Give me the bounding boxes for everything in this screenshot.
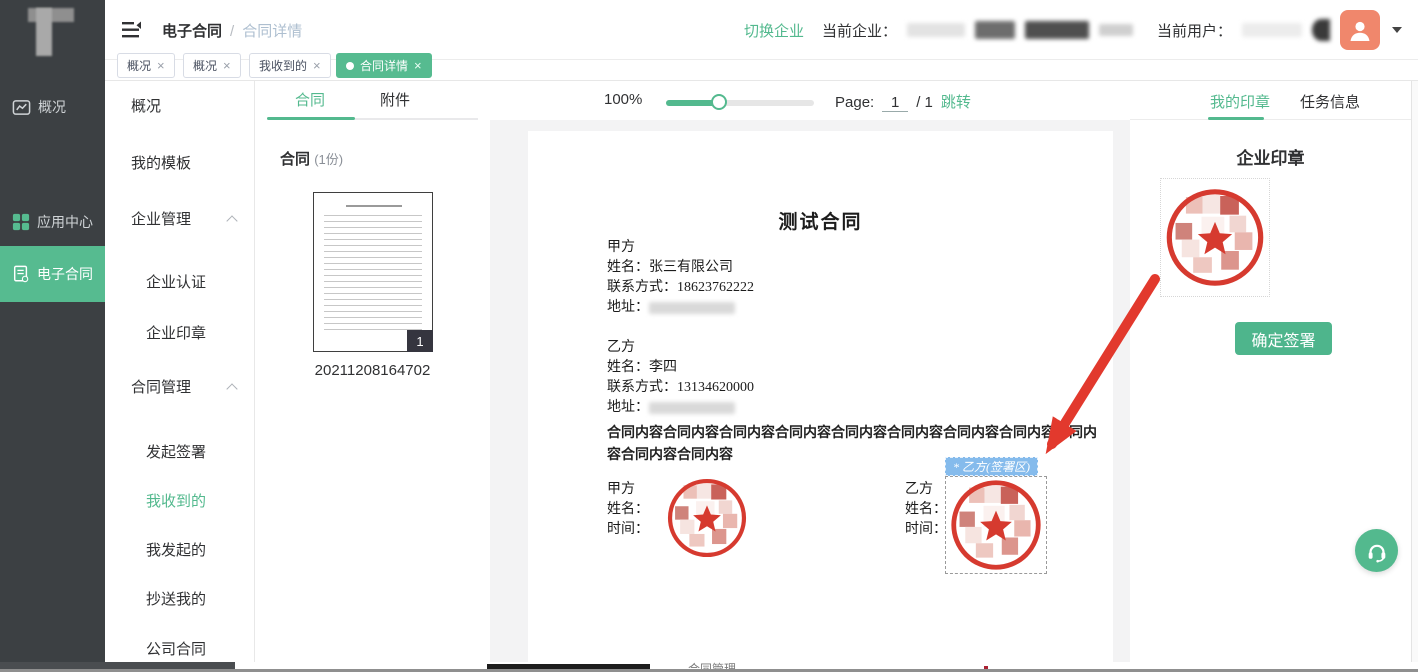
contract-page-thumbnail[interactable]: 1 (313, 192, 433, 352)
menu-company-contracts[interactable]: 公司合同 (105, 638, 254, 662)
address-redacted (649, 302, 735, 314)
opened-tabs-bar: 概况 × 概况 × 我收到的 × 合同详情 × (105, 60, 1418, 81)
sidebar-item-econtract[interactable]: 电子合同 (0, 246, 105, 302)
enterprise-name-redacted (907, 23, 965, 37)
contract-doc-icon (12, 265, 30, 283)
party-a-info: 甲方 姓名：张三有限公司 联系方式：18623762222 地址： (607, 238, 754, 318)
tab-overview-2[interactable]: 概况 × (183, 53, 241, 78)
primary-sidebar: 概况 应用中心 电子合同 (0, 60, 105, 668)
sign-area-party-b: 乙方 姓名： 时间： (905, 480, 947, 540)
app-window: 电子合同 / 合同详情 切换企业 当前企业： 当前用户： 概况 × (0, 0, 1418, 672)
breadcrumb-root[interactable]: 电子合同 (162, 23, 222, 40)
collapse-sidebar-icon[interactable] (122, 21, 142, 39)
sidebar-item-overview[interactable]: 概况 (0, 87, 105, 127)
sign-panel-tabs: 我的印章 任务信息 (1130, 81, 1411, 120)
user-menu-caret-icon[interactable] (1392, 27, 1402, 33)
page-label: Page: (835, 94, 874, 111)
vertical-scrollbar[interactable] (1411, 81, 1418, 662)
top-header: 电子合同 / 合同详情 切换企业 当前企业： 当前用户： (0, 0, 1418, 60)
close-icon[interactable]: × (223, 58, 231, 73)
breadcrumb: 电子合同 / 合同详情 (162, 20, 302, 41)
user-avatar[interactable] (1340, 10, 1380, 50)
breadcrumb-separator: / (230, 23, 234, 40)
tab-attachment[interactable]: 附件 (380, 89, 410, 110)
close-icon[interactable]: × (313, 58, 321, 73)
menu-overview[interactable]: 概况 (105, 95, 254, 119)
sidebar-item-app-center[interactable]: 应用中心 (0, 202, 105, 242)
breadcrumb-current: 合同详情 (242, 23, 302, 40)
chevron-up-icon (226, 383, 237, 394)
chevron-up-icon (226, 215, 237, 226)
app-logo (0, 0, 105, 60)
page-number-badge: 1 (407, 330, 433, 352)
tab-received[interactable]: 我收到的 × (249, 53, 331, 78)
viewer-toolbar: 合同 附件 100% Page: 1 / 1 跳转 我的印章 任务信息 (255, 81, 1418, 120)
contract-count: (1份) (314, 152, 343, 167)
contract-file-name: 20211208164702 (255, 362, 490, 379)
zoom-slider[interactable] (666, 100, 814, 106)
menu-my-templates[interactable]: 我的模板 (105, 152, 254, 176)
tab-overview-1[interactable]: 概况 × (117, 53, 175, 78)
close-icon[interactable]: × (157, 58, 165, 73)
menu-enterprise-auth[interactable]: 企业认证 (105, 271, 254, 295)
party-b-info: 乙方 姓名：李四 联系方式：13134620000 地址： (607, 338, 754, 418)
background-window-text: 合同管理 (688, 662, 736, 672)
page-total: / 1 (916, 94, 933, 111)
tab-contract-detail[interactable]: 合同详情 × (336, 53, 432, 78)
party-b-seal-stamp (948, 477, 1044, 573)
page-number-input[interactable]: 1 (882, 94, 908, 112)
switch-enterprise-link[interactable]: 切换企业 (744, 20, 804, 41)
headset-icon (1364, 538, 1390, 564)
contract-title: 测试合同 (528, 207, 1113, 234)
tab-my-seal[interactable]: 我的印章 (1210, 91, 1270, 112)
tab-task-info[interactable]: 任务信息 (1300, 91, 1360, 112)
zoom-percentage: 100% (604, 91, 642, 108)
party-a-seal-stamp (665, 476, 749, 560)
user-name-redacted (1242, 23, 1302, 37)
menu-cc-to-me[interactable]: 抄送我的 (105, 588, 254, 612)
close-icon[interactable]: × (414, 58, 422, 73)
address-redacted (649, 402, 735, 414)
apps-grid-icon (12, 213, 30, 231)
tab-contract-doc[interactable]: 合同 (295, 89, 325, 110)
chart-icon (12, 98, 31, 117)
contract-list-panel: 合同 (1份) 1 20211208164702 (255, 120, 490, 662)
document-viewer: 测试合同 甲方 姓名：张三有限公司 联系方式：18623762222 地址： 乙… (490, 120, 1130, 662)
menu-initiated-by-me[interactable]: 我发起的 (105, 539, 254, 563)
jump-button[interactable]: 跳转 (941, 91, 971, 112)
menu-received[interactable]: 我收到的 (105, 490, 254, 514)
secondary-sidebar: 概况 我的模板 企业管理 企业认证 企业印章 合同管理 发起签署 我收到的 我发… (105, 81, 255, 662)
party-b-sign-zone-label: * 乙方(签署区) (945, 457, 1038, 476)
enterprise-seal-heading: 企业印章 (1130, 144, 1411, 169)
current-user-label: 当前用户： (1157, 20, 1232, 41)
zoom-slider-thumb[interactable] (711, 94, 727, 110)
menu-enterprise-management[interactable]: 企业管理 (105, 208, 254, 232)
active-tab-dot (346, 62, 354, 70)
page-navigator: Page: 1 / 1 跳转 (835, 91, 971, 112)
confirm-sign-button[interactable]: 确定签署 (1235, 322, 1332, 355)
menu-enterprise-seal[interactable]: 企业印章 (105, 322, 254, 346)
header-right: 切换企业 当前企业： 当前用户： (744, 0, 1402, 60)
menu-initiate-sign[interactable]: 发起签署 (105, 441, 254, 465)
background-window-strip: 合同管理 (0, 662, 1418, 672)
enterprise-seal-image[interactable] (1160, 178, 1270, 297)
menu-contract-management[interactable]: 合同管理 (105, 376, 254, 400)
my-seal-panel: 企业印章 确定签署 (1130, 120, 1411, 662)
customer-service-button[interactable] (1355, 529, 1398, 572)
contract-list-title: 合同 (1份) (280, 148, 343, 169)
current-enterprise-label: 当前企业： (822, 20, 897, 41)
contract-page: 测试合同 甲方 姓名：张三有限公司 联系方式：18623762222 地址： 乙… (528, 131, 1113, 662)
sign-area-party-a: 甲方 姓名： 时间： (607, 480, 649, 540)
